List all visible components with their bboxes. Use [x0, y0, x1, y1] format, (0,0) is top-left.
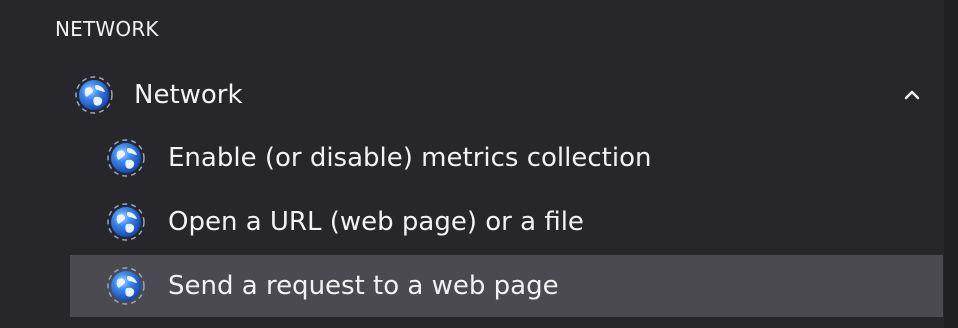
list-item-label: Enable (or disable) metrics collection [168, 143, 652, 173]
list-item-send-request[interactable]: Send a request to a web page [70, 255, 943, 317]
list-item-open-url[interactable]: Open a URL (web page) or a file [70, 191, 943, 253]
globe-icon [104, 200, 148, 244]
group-network[interactable]: Network [70, 64, 943, 126]
scrollbar-track[interactable] [944, 0, 958, 328]
list-item-enable-metrics[interactable]: Enable (or disable) metrics collection [70, 127, 943, 189]
list-item-label: Send a request to a web page [168, 271, 559, 301]
list-item-label: Open a URL (web page) or a file [168, 207, 584, 237]
group-label: Network [134, 80, 243, 110]
globe-icon [104, 136, 148, 180]
network-panel: NETWORK Network Enable (or disable) metr… [0, 0, 958, 328]
section-heading: NETWORK [55, 17, 159, 41]
globe-icon [72, 73, 116, 117]
globe-icon [104, 264, 148, 308]
chevron-up-icon[interactable] [903, 86, 921, 104]
